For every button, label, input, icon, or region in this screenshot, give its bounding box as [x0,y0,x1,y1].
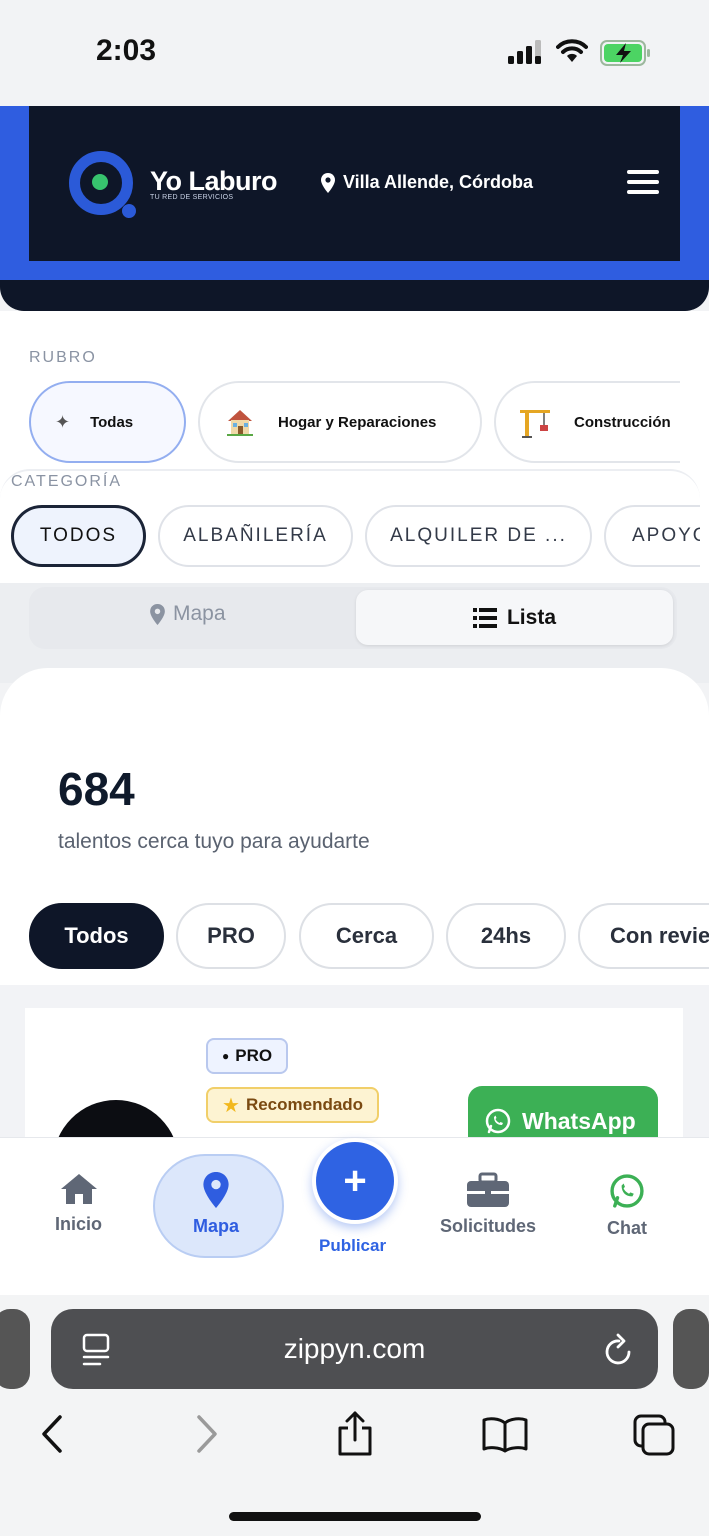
share-icon[interactable] [336,1410,374,1458]
nav-label: Inicio [55,1214,103,1234]
nav-item-inicio[interactable]: Inicio [55,1172,102,1235]
location-pin-icon [321,172,335,193]
location-selector[interactable]: Villa Allende, Córdoba [321,172,533,193]
whatsapp-label: WhatsApp [522,1107,636,1134]
categoria-chip-apoyo[interactable]: APOYO [604,505,700,567]
rubro-chip-construccion[interactable]: Construcción [494,381,680,463]
categoria-overflow-clip: APOYO [0,500,700,574]
rubro-chip-todas[interactable]: ✦ Todas [29,381,186,463]
back-icon[interactable] [40,1413,66,1455]
rubro-chip-label: Todas [90,413,134,431]
publish-label[interactable]: Publicar [319,1236,386,1256]
filter-chip-todos[interactable]: Todos [29,903,164,969]
recommended-badge: ★ Recomendado [206,1087,380,1123]
plus-icon: + [343,1158,367,1203]
categoria-label: CATEGORÍA [11,473,123,490]
list-view-label: Lista [506,605,556,629]
rubro-label: RUBRO [29,349,97,366]
location-text: Villa Allende, Córdoba [343,172,534,192]
brand-tagline: TU RED DE SERVICIOS [150,194,234,201]
logo-satellite-icon [122,204,136,218]
brand-name[interactable]: Yo Laburo [150,166,278,197]
listing-card[interactable]: ● PRO ★ Recomendado WhatsApp [25,1008,683,1138]
filter-chip-reviews[interactable]: Con reviews [578,903,709,969]
map-view-label: Mapa [173,602,226,625]
avatar [53,1100,179,1138]
filter-chip-cerca[interactable]: Cerca [299,903,434,969]
results-subtitle: talentos cerca tuyo para ayudarte [58,830,370,853]
list-icon [472,607,497,628]
results-count: 684 [58,763,135,815]
battery-charging-icon [600,40,650,66]
status-bar: 2:03 [0,0,709,106]
whatsapp-icon [610,1174,644,1208]
briefcase-icon [467,1172,510,1207]
nav-label: Mapa [193,1216,240,1236]
filter-chip-pro[interactable]: PRO [176,903,286,969]
sparkle-icon: ✦ [55,411,71,432]
whatsapp-icon [485,1108,511,1134]
crane-icon [520,410,550,438]
pro-badge-label: PRO [235,1046,273,1065]
status-time: 2:03 [96,34,157,67]
bullet-icon: ● [222,1049,230,1063]
tabs-icon[interactable] [633,1414,677,1456]
cellular-signal-icon [508,40,541,64]
map-pin-icon [150,603,165,625]
nav-label: Chat [607,1218,647,1238]
pro-badge: ● PRO [206,1038,289,1074]
rubro-chips: ✦ Todas Hogar y Reparaciones Construcció… [29,381,680,463]
hamburger-menu-icon[interactable] [627,170,659,196]
page-menu-icon[interactable] [81,1333,111,1367]
app-header: Yo Laburo TU RED DE SERVICIOS Villa Alle… [29,106,680,261]
previous-tab-preview[interactable] [0,1309,30,1389]
address-bar[interactable]: zippyn.com [51,1309,658,1389]
recommended-badge-label: Recomendado [245,1095,364,1114]
rubro-chip-hogar[interactable]: Hogar y Reparaciones [198,381,482,463]
home-icon [60,1174,97,1204]
next-tab-preview[interactable] [673,1309,709,1389]
nav-label: Solicitudes [440,1216,537,1236]
rubro-chip-label: Construcción [574,413,671,431]
logo-dot-icon [92,174,108,190]
whatsapp-button[interactable]: WhatsApp [468,1086,658,1138]
nav-item-mapa[interactable]: Mapa [193,1172,239,1237]
list-view-button[interactable]: Lista [356,590,673,645]
map-pin-icon [203,1172,229,1208]
url-text: zippyn.com [283,1333,426,1364]
filter-chip-24hs[interactable]: 24hs [446,903,566,969]
publish-fab-button[interactable]: + [312,1138,398,1224]
wifi-icon [556,39,588,62]
nav-item-chat[interactable]: Chat [607,1172,647,1239]
forward-icon[interactable] [193,1413,219,1455]
star-icon: ★ [222,1094,240,1117]
quick-filters: Todos PRO Cerca 24hs Con reviews [0,900,709,972]
bookmarks-icon[interactable] [481,1415,529,1453]
map-view-button[interactable]: Mapa [150,602,226,626]
nav-item-solicitudes[interactable]: Solicitudes [440,1172,536,1237]
reload-icon[interactable] [603,1331,635,1367]
home-indicator[interactable] [229,1512,481,1521]
house-icon [227,410,253,436]
rubro-chip-label: Hogar y Reparaciones [278,413,437,431]
